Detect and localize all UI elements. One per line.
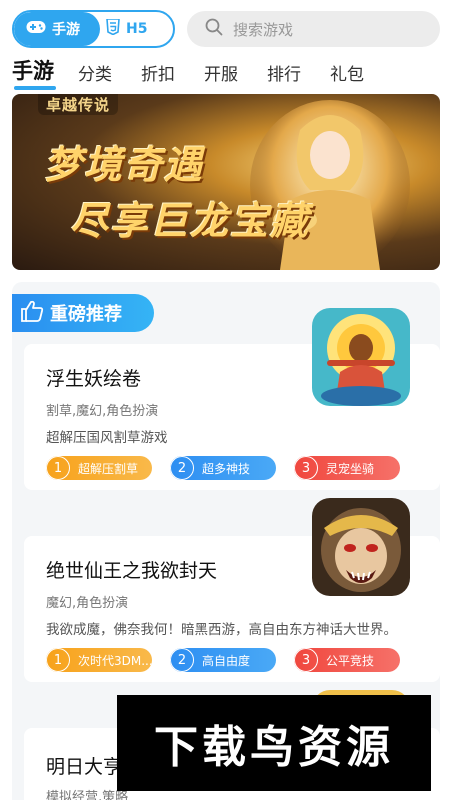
game-genre: 模拟经营,策略 [46,790,129,800]
section-title: 重磅推荐 [50,304,122,325]
thumbs-up-icon [20,300,44,327]
gamepad-icon [26,20,46,38]
platform-toggle: 手游 H5 [12,10,175,48]
game-tag: 2 超多神技 [170,456,276,480]
game-title: 浮生妖绘卷 [46,368,142,390]
game-tag: 3 灵宠坐骑 [294,456,400,480]
game-title: 明日大亨 [46,756,123,778]
game-tags: 1 次时代3DM... 2 高自由度 3 公平竞技 [46,648,400,672]
tag-number: 2 [170,456,194,480]
tag-number: 3 [294,648,318,672]
html5-icon [106,18,120,39]
game-description: 超解压国风割草游戏 [46,430,168,446]
tag-number: 3 [294,456,318,480]
nav-item-new-servers[interactable]: 开服 [204,60,238,90]
game-tag: 2 高自由度 [170,648,276,672]
banner-game-logo: 卓越传说 [38,94,119,115]
banner-subheadline: 尽享巨龙宝藏 [70,199,311,243]
tab-mobile-games[interactable]: 手游 [14,12,100,46]
top-bar: 手游 H5 搜索游戏 [12,10,440,48]
category-nav: 手游 分类 折扣 开服 排行 礼包 [12,58,393,90]
game-tag: 3 公平竞技 [294,648,400,672]
tag-number: 1 [46,648,70,672]
tab-h5[interactable]: H5 [106,12,147,46]
tag-label: 次时代3DM... [78,653,152,668]
game-genre: 魔幻,角色扮演 [46,596,129,611]
nav-item-rankings[interactable]: 排行 [267,60,301,90]
game-icon [312,498,410,596]
game-genre: 割草,魔幻,角色扮演 [46,404,159,419]
watermark-overlay: 下载鸟资源 [117,695,431,791]
search-icon [205,18,223,40]
nav-label: 分类 [78,65,112,85]
nav-label: 开服 [204,65,238,85]
game-tag: 1 超解压割草 [46,456,152,480]
game-description: 我欲成魔，佛奈我何！暗黑西游，高自由东方神话大世界。 [46,622,397,638]
game-tags: 1 超解压割草 2 超多神技 3 灵宠坐骑 [46,456,400,480]
nav-item-gifts[interactable]: 礼包 [330,60,364,90]
tag-label: 灵宠坐骑 [326,461,375,476]
tag-label: 超多神技 [202,461,251,476]
tag-number: 1 [46,456,70,480]
game-title: 绝世仙王之我欲封天 [46,560,218,582]
tag-number: 2 [170,648,194,672]
nav-active-indicator [14,86,56,90]
tab-h5-label: H5 [126,21,148,37]
tab-mobile-games-label: 手游 [52,22,80,38]
nav-label: 手游 [12,59,54,83]
game-card[interactable]: 浮生妖绘卷 割草,魔幻,角色扮演 超解压国风割草游戏 1 超解压割草 2 超多神技 … [24,308,440,490]
tag-label: 高自由度 [202,653,251,668]
promo-banner[interactable]: 卓越传说 梦境奇遇 尽享巨龙宝藏 [12,94,440,270]
nav-label: 礼包 [330,65,364,85]
nav-item-discounts[interactable]: 折扣 [141,60,175,90]
nav-label: 折扣 [141,65,175,85]
section-title-badge: 重磅推荐 [12,294,154,332]
nav-item-mobile-games[interactable]: 手游 [12,55,56,90]
game-tag: 1 次时代3DM... [46,648,152,672]
tag-label: 超解压割草 [78,461,139,476]
nav-item-categories[interactable]: 分类 [78,60,112,90]
banner-headline: 梦境奇遇 [44,143,205,187]
game-card[interactable]: 绝世仙王之我欲封天 魔幻,角色扮演 我欲成魔，佛奈我何！暗黑西游，高自由东方神话… [24,498,440,682]
search-bar[interactable]: 搜索游戏 [187,11,440,47]
tag-label: 公平竞技 [326,653,375,668]
game-icon [312,308,410,406]
nav-label: 排行 [267,65,301,85]
search-placeholder: 搜索游戏 [233,20,294,39]
